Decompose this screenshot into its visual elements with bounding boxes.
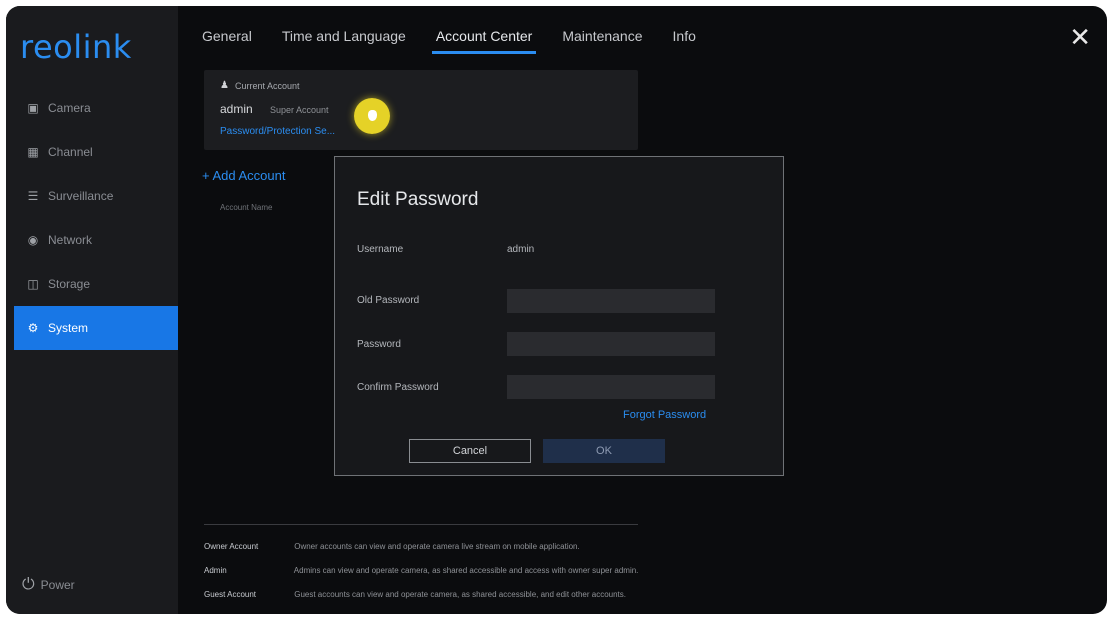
sidebar-item-label: Network	[48, 233, 93, 247]
confirm-password-field[interactable]	[507, 375, 715, 399]
user-icon: ♟	[220, 80, 229, 91]
password-protection-link[interactable]: Password/Protection Se...	[220, 126, 335, 137]
dialog-title: Edit Password	[357, 189, 479, 210]
close-icon[interactable]: ✕	[1069, 24, 1091, 50]
globe-icon: ◉	[27, 233, 39, 247]
sidebar: reolink ▣ Camera ▦ Channel ☰ Surveillanc…	[6, 6, 178, 614]
tab-time-and-language[interactable]: Time and Language	[270, 26, 418, 54]
sidebar-item-label: Storage	[48, 277, 91, 291]
storage-icon: ◫	[27, 277, 39, 291]
reolink-logo: reolink	[20, 28, 132, 66]
sidebar-item-system[interactable]: ⚙ System	[14, 306, 178, 350]
sidebar-item-network[interactable]: ◉ Network	[14, 218, 178, 262]
tab-info[interactable]: Info	[661, 26, 708, 54]
current-account-panel: ♟ Current Account admin Super Account Pa…	[204, 70, 638, 150]
camera-icon: ▣	[27, 101, 39, 115]
edit-password-dialog: Edit Password Username admin Old Passwor…	[334, 156, 784, 476]
gear-icon: ⚙	[27, 321, 39, 335]
add-account-button[interactable]: + Add Account	[202, 168, 285, 183]
list-icon: ☰	[27, 189, 39, 203]
power-label: Power	[40, 578, 75, 592]
legend-row: Owner Account Owner accounts can view an…	[204, 542, 580, 551]
power-icon: ⏻	[22, 576, 35, 593]
sidebar-item-storage[interactable]: ◫ Storage	[14, 262, 178, 306]
confirm-password-label: Confirm Password	[357, 382, 439, 393]
username-label: Username	[357, 244, 404, 255]
sidebar-item-camera[interactable]: ▣ Camera	[14, 86, 178, 130]
sidebar-item-channel[interactable]: ▦ Channel	[14, 130, 178, 174]
old-password-field[interactable]	[507, 289, 715, 313]
legend-row: Admin Admins can view and operate camera…	[204, 566, 638, 575]
account-name: admin	[220, 102, 253, 116]
ok-button[interactable]: OK	[543, 439, 665, 463]
account-name-column-header: Account Name	[220, 203, 273, 212]
legend-key: Admin	[204, 566, 227, 575]
channel-icon: ▦	[27, 145, 39, 159]
click-cursor-indicator	[354, 98, 390, 134]
old-password-label: Old Password	[357, 295, 420, 306]
legend-row: Guest Account Guest accounts can view an…	[204, 590, 626, 599]
divider	[204, 524, 638, 525]
power-button[interactable]: ⏻ Power	[22, 576, 75, 594]
username-value: admin	[507, 244, 535, 255]
legend-value: Guest accounts can view and operate came…	[294, 590, 626, 599]
sidebar-item-label: Camera	[48, 101, 91, 115]
current-account-label: Current Account	[234, 80, 300, 91]
legend-key: Guest Account	[204, 590, 257, 599]
tab-maintenance[interactable]: Maintenance	[550, 26, 654, 54]
password-label: Password	[357, 339, 401, 350]
cancel-button[interactable]: Cancel	[409, 439, 531, 463]
legend-value: Admins can view and operate camera, as s…	[293, 566, 639, 575]
tab-general[interactable]: General	[202, 26, 264, 54]
password-field[interactable]	[507, 332, 715, 356]
forgot-password-link[interactable]: Forgot Password	[623, 409, 706, 421]
legend-key: Owner Account	[204, 542, 259, 551]
legend-value: Owner accounts can view and operate came…	[294, 542, 580, 551]
sidebar-item-label: System	[48, 321, 89, 335]
app-window: reolink ▣ Camera ▦ Channel ☰ Surveillanc…	[6, 6, 1107, 614]
account-role: Super Account	[270, 105, 329, 115]
sidebar-item-label: Surveillance	[48, 189, 114, 203]
tab-account-center[interactable]: Account Center	[424, 26, 545, 54]
tab-bar: General Time and Language Account Center…	[202, 26, 714, 54]
current-account-header: ♟ Current Account	[220, 80, 300, 91]
sidebar-item-surveillance[interactable]: ☰ Surveillance	[14, 174, 178, 218]
sidebar-item-label: Channel	[48, 145, 93, 159]
sidebar-nav: ▣ Camera ▦ Channel ☰ Surveillance ◉ Netw…	[14, 86, 178, 350]
